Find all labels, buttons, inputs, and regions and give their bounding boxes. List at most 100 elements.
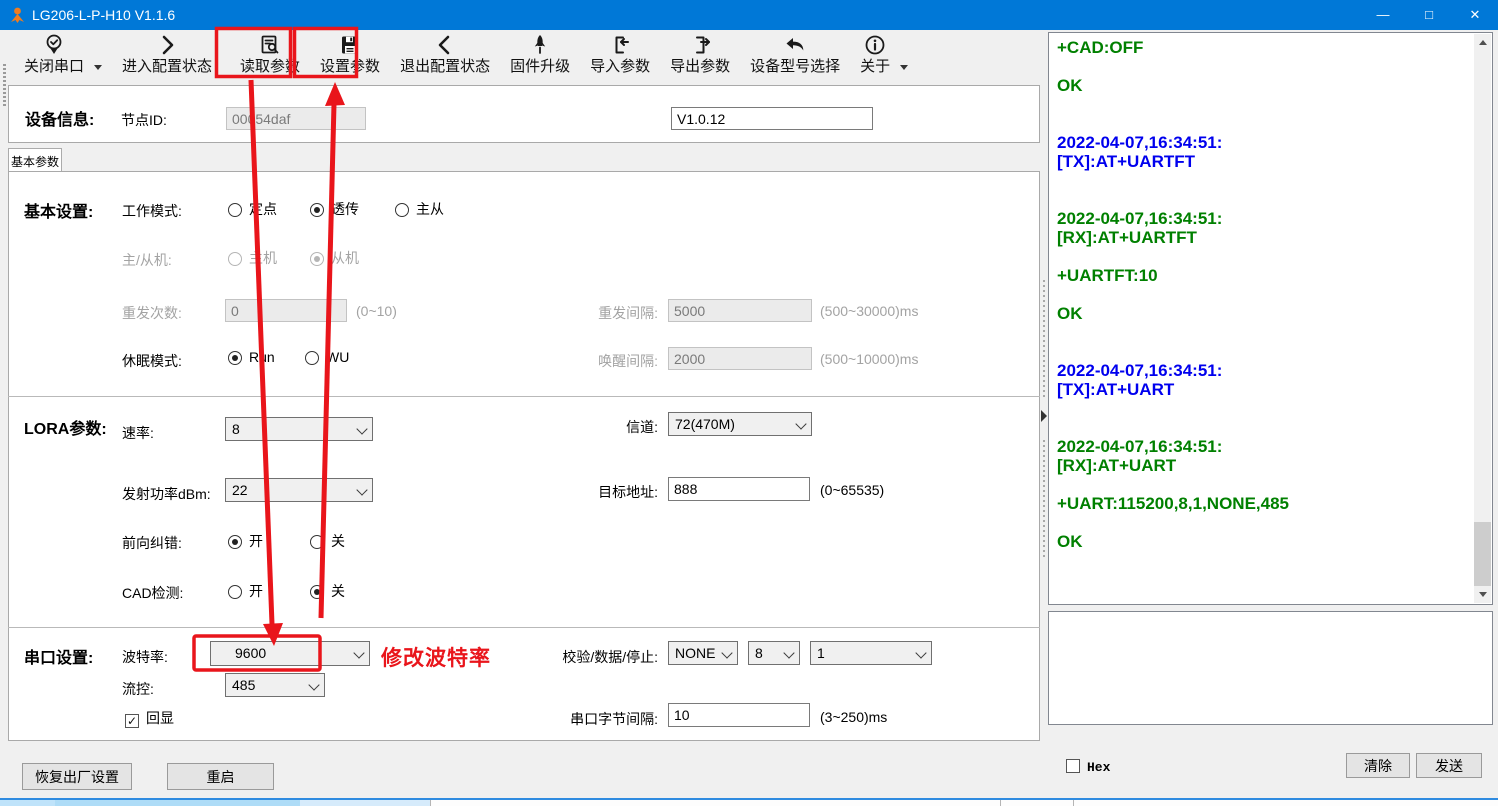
log-line: [1057, 95, 1472, 114]
read-params-icon: [258, 32, 282, 58]
bottom-status-strip: [0, 798, 1498, 806]
lora-section-title: LORA参数:: [24, 415, 107, 439]
toolbar-about-button[interactable]: 关于: [850, 30, 900, 78]
baud-label: 波特率:: [122, 647, 168, 667]
toolbar-grip[interactable]: [3, 64, 6, 106]
radio-run[interactable]: Run: [228, 349, 275, 367]
pin-check-icon: [42, 32, 66, 58]
tab-basic-params[interactable]: 基本参数: [8, 148, 62, 172]
byte-interval-label: 串口字节间隔:: [540, 709, 658, 729]
toolbar-label: 导入参数: [590, 58, 650, 76]
toolbar-export-params-button[interactable]: 导出参数: [660, 30, 740, 78]
firmware-field[interactable]: [671, 107, 873, 130]
chevron-down-icon: [915, 647, 926, 658]
radio-work-mode-master-slave[interactable]: 主从: [395, 199, 444, 219]
radio-slave[interactable]: 从机: [310, 248, 359, 268]
wake-interval-field[interactable]: [668, 347, 812, 370]
radio-icon: [310, 252, 324, 266]
close-button[interactable]: ✕: [1452, 0, 1498, 30]
radio-fec-on[interactable]: 开: [228, 531, 263, 551]
tx-power-label: 发射功率dBm:: [122, 484, 211, 504]
log-output[interactable]: +CAD:OFF OK 2022-04-07,16:34:51:[TX]:AT+…: [1048, 32, 1493, 605]
send-button[interactable]: 发送: [1416, 753, 1482, 778]
toolbar-import-params-button[interactable]: 导入参数: [580, 30, 660, 78]
fec-label: 前向纠错:: [122, 533, 182, 553]
log-line: [RX]:AT+UARTFT: [1057, 228, 1472, 247]
panel-splitter[interactable]: [1040, 80, 1048, 798]
log-line: [RX]:AT+UART: [1057, 456, 1472, 475]
send-input[interactable]: [1048, 611, 1493, 725]
status-segment: [1000, 800, 1074, 806]
baud-select[interactable]: 9600: [210, 641, 370, 666]
log-line: [1057, 114, 1472, 133]
radio-cad-on[interactable]: 开: [228, 581, 263, 601]
log-line: [1057, 171, 1472, 190]
byte-interval-field[interactable]: [668, 703, 810, 727]
radio-wu[interactable]: WU: [305, 349, 349, 367]
radio-work-mode-transparent[interactable]: 透传: [310, 199, 359, 219]
toolbar-set-params-button[interactable]: 设置参数: [310, 30, 390, 78]
toolbar-dropdown-arrow-icon[interactable]: [94, 65, 102, 70]
scroll-up-button[interactable]: [1474, 34, 1491, 51]
resend-interval-hint: (500~30000)ms: [820, 303, 918, 319]
log-line: [1057, 399, 1472, 418]
section-divider: [8, 396, 1040, 397]
minimize-button[interactable]: —: [1360, 0, 1406, 30]
back-arrow-icon: [783, 32, 807, 58]
triangle-down-icon: [1479, 592, 1487, 597]
radio-work-mode-fixed[interactable]: 定点: [228, 199, 277, 219]
toolbar-overflow-arrow-icon[interactable]: [900, 65, 908, 70]
radio-master[interactable]: 主机: [228, 248, 277, 268]
scrollbar-thumb[interactable]: [1474, 522, 1491, 588]
toolbar-close-serial-button[interactable]: 关闭串口: [14, 30, 94, 78]
log-line: OK: [1057, 532, 1472, 551]
status-segment: [300, 800, 430, 806]
import-icon: [608, 32, 632, 58]
log-line: [1057, 475, 1472, 494]
toolbar-label: 设置参数: [320, 58, 380, 76]
chevron-down-icon: [795, 418, 806, 429]
toolbar-read-params-button[interactable]: 读取参数: [230, 30, 310, 78]
flow-select[interactable]: 485: [225, 673, 325, 697]
node-id-field[interactable]: [226, 107, 366, 130]
toolbar-enter-config-button[interactable]: 进入配置状态: [112, 30, 222, 78]
clear-button[interactable]: 清除: [1346, 753, 1410, 778]
toolbar-device-model-button[interactable]: 设备型号选择: [740, 30, 850, 78]
channel-select[interactable]: 72(470M): [668, 412, 812, 436]
byte-interval-hint: (3~250)ms: [820, 709, 887, 725]
echo-checkbox[interactable]: ✓回显: [125, 708, 174, 728]
chevron-left-icon: [433, 32, 457, 58]
hex-checkbox[interactable]: Hex: [1066, 758, 1110, 776]
log-line: [1057, 342, 1472, 361]
resend-interval-field[interactable]: [668, 299, 812, 322]
tab-label: 基本参数: [11, 155, 59, 169]
toolbar-exit-config-button[interactable]: 退出配置状态: [390, 30, 500, 78]
databits-select[interactable]: 8: [748, 641, 800, 665]
device-info-title: 设备信息:: [25, 106, 94, 130]
toolbar-firmware-upgrade-button[interactable]: 固件升级: [500, 30, 580, 78]
log-line: [TX]:AT+UARTFT: [1057, 152, 1472, 171]
chevron-right-icon: [155, 32, 179, 58]
resend-count-field[interactable]: [225, 299, 347, 322]
splitter-collapse-icon[interactable]: [1041, 410, 1047, 422]
radio-cad-off[interactable]: 关: [310, 581, 345, 601]
splitter-grip: [1043, 280, 1045, 400]
reboot-button[interactable]: 重启: [167, 763, 274, 790]
checkbox-unchecked-icon: [1066, 759, 1080, 773]
factory-reset-button[interactable]: 恢复出厂设置: [22, 763, 132, 790]
rate-select[interactable]: 8: [225, 417, 373, 441]
parity-select[interactable]: NONE: [668, 641, 738, 665]
log-line: [TX]:AT+UART: [1057, 380, 1472, 399]
radio-fec-off[interactable]: 关: [310, 531, 345, 551]
stopbits-select[interactable]: 1: [810, 641, 932, 665]
target-addr-field[interactable]: [668, 477, 810, 501]
maximize-button[interactable]: □: [1406, 0, 1452, 30]
toolbar-label: 进入配置状态: [122, 58, 212, 76]
tx-power-select[interactable]: 22: [225, 478, 373, 502]
status-segment: [55, 800, 300, 806]
parity-label: 校验/数据/停止:: [540, 647, 658, 667]
scroll-down-button[interactable]: [1474, 586, 1491, 603]
baud-annotation-text: 修改波特率: [381, 642, 491, 672]
log-scrollbar[interactable]: [1474, 34, 1491, 603]
status-segment: [0, 800, 55, 806]
